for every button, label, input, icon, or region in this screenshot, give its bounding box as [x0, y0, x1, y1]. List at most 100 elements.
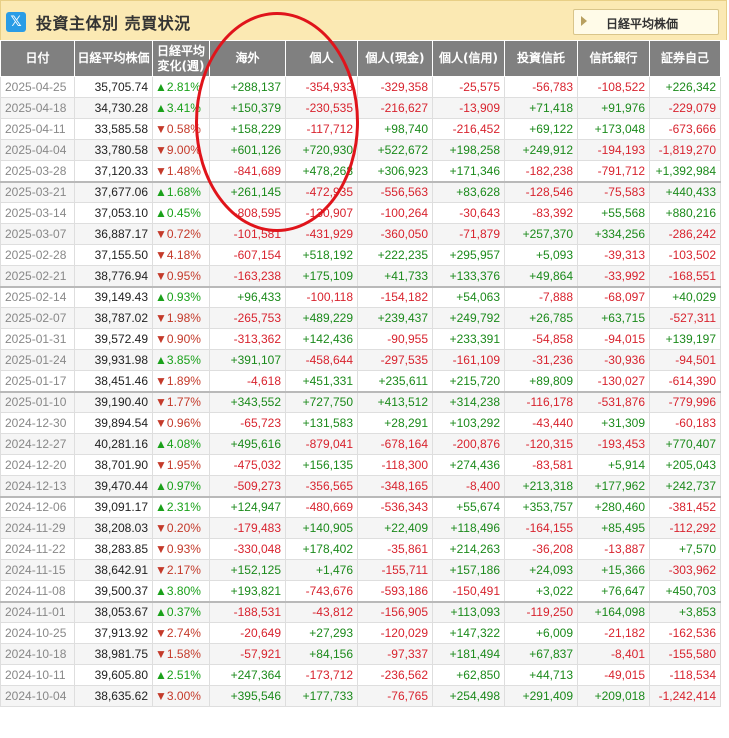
nikkei-cell: 37,155.50: [74, 244, 153, 266]
value-cell: +518,192: [285, 244, 358, 266]
value-cell: -536,343: [357, 495, 433, 518]
value-cell: +727,750: [285, 390, 358, 413]
column-header[interactable]: 個人(信用): [432, 40, 505, 77]
value-cell: -119,250: [504, 600, 578, 623]
date-cell: 2025-01-10: [0, 390, 75, 413]
value-cell: +54,063: [432, 285, 505, 308]
value-cell: -116,178: [504, 390, 578, 413]
value-cell: +118,496: [432, 517, 505, 539]
value-cell: -49,015: [577, 664, 650, 686]
value-cell: -150,491: [432, 580, 505, 602]
weekly-change-value: 2.17%: [166, 563, 201, 577]
triangle-right-icon: [581, 16, 587, 26]
triangle-up-icon: ▲: [155, 101, 167, 115]
value-cell: -94,015: [577, 328, 650, 350]
column-header[interactable]: 証券自己: [649, 40, 721, 77]
column-header[interactable]: 個人: [285, 40, 358, 77]
value-cell: -68,097: [577, 285, 650, 308]
weekly-change-value: 0.97%: [166, 478, 201, 493]
value-cell: -100,118: [285, 285, 358, 308]
value-cell: +113,093: [432, 600, 505, 623]
value-cell: +85,495: [577, 517, 650, 539]
weekly-change-cell: ▼0.72%: [152, 223, 210, 245]
weekly-change-value: 1.98%: [166, 311, 201, 325]
date-cell: 2024-12-20: [0, 454, 75, 476]
value-cell: +209,018: [577, 685, 650, 707]
table-row: 2024-11-22 38,283.85 ▼0.93% -330,048 +178,40…: [0, 538, 721, 560]
value-cell: +139,197: [649, 328, 721, 350]
triangle-down-icon: ▼: [155, 163, 167, 178]
value-cell: -54,858: [504, 328, 578, 350]
nikkei-cell: 37,120.33: [74, 160, 153, 182]
value-cell: -673,666: [649, 118, 721, 140]
triangle-up-icon: ▲: [155, 353, 167, 367]
column-header[interactable]: 日経平均 変化(週): [152, 40, 210, 77]
value-cell: -7,888: [504, 285, 578, 308]
nikkei-average-button[interactable]: 日経平均株価: [573, 9, 719, 35]
value-cell: -43,440: [504, 412, 578, 434]
weekly-change-value: 3.41%: [166, 101, 201, 115]
table-row: 2025-04-18 34,730.28 ▲3.41% +150,379 -230,53…: [0, 97, 721, 119]
weekly-change-value: 9.00%: [166, 143, 201, 157]
triangle-down-icon: ▼: [155, 311, 167, 325]
value-cell: +67,837: [504, 643, 578, 665]
weekly-change-cell: ▲1.68%: [152, 180, 210, 203]
value-cell: -130,027: [577, 370, 650, 392]
weekly-change-value: 0.37%: [166, 605, 201, 620]
value-cell: +222,235: [357, 244, 433, 266]
column-header[interactable]: 信託銀行: [577, 40, 650, 77]
value-cell: -130,907: [285, 202, 358, 224]
value-cell: +249,912: [504, 139, 578, 161]
column-header[interactable]: 日経平均株価: [74, 40, 153, 77]
value-cell: -112,292: [649, 517, 721, 539]
weekly-change-value: 1.68%: [166, 185, 201, 200]
value-cell: +314,238: [432, 390, 505, 413]
column-header[interactable]: 日付: [0, 40, 75, 77]
weekly-change-cell: ▲3.85%: [152, 349, 210, 371]
table-body: 2025-04-25 35,705.74 ▲2.81% +288,137 -354,93…: [0, 76, 721, 707]
nikkei-cell: 37,053.10: [74, 202, 153, 224]
weekly-change-cell: ▼0.95%: [152, 265, 210, 287]
triangle-down-icon: ▼: [155, 521, 167, 535]
value-cell: +280,460: [577, 495, 650, 518]
nikkei-cell: 33,585.58: [74, 118, 153, 140]
column-header[interactable]: 海外: [209, 40, 286, 77]
value-cell: +91,976: [577, 97, 650, 119]
weekly-change-value: 0.93%: [166, 290, 201, 305]
nikkei-cell: 38,283.85: [74, 538, 153, 560]
value-cell: -475,032: [209, 454, 286, 476]
date-cell: 2025-02-07: [0, 307, 75, 329]
weekly-change-cell: ▲2.81%: [152, 76, 210, 98]
value-cell: -1,819,270: [649, 139, 721, 161]
value-cell: -163,238: [209, 265, 286, 287]
value-cell: -75,583: [577, 180, 650, 203]
x-logo-icon[interactable]: 𝕏: [6, 12, 26, 32]
value-cell: -13,909: [432, 97, 505, 119]
value-cell: -230,535: [285, 97, 358, 119]
triangle-down-icon: ▼: [155, 227, 167, 241]
weekly-change-value: 3.00%: [166, 689, 201, 703]
date-cell: 2024-10-25: [0, 622, 75, 644]
date-cell: 2024-11-15: [0, 559, 75, 581]
column-header[interactable]: 投資信託: [504, 40, 578, 77]
value-cell: +49,864: [504, 265, 578, 287]
triangle-up-icon: ▲: [155, 500, 167, 515]
weekly-change-value: 0.72%: [166, 227, 201, 241]
value-cell: -168,551: [649, 265, 721, 287]
value-cell: -4,618: [209, 370, 286, 392]
weekly-change-value: 0.58%: [166, 122, 201, 136]
value-cell: +31,309: [577, 412, 650, 434]
column-header[interactable]: 個人(現金): [357, 40, 433, 77]
value-cell: -155,711: [357, 559, 433, 581]
weekly-change-value: 0.95%: [166, 268, 201, 283]
value-cell: +171,346: [432, 160, 505, 182]
weekly-change-value: 1.77%: [166, 395, 201, 410]
weekly-change-value: 2.31%: [166, 500, 201, 515]
nikkei-cell: 39,091.17: [74, 495, 153, 518]
value-cell: +522,672: [357, 139, 433, 161]
triangle-down-icon: ▼: [155, 647, 167, 661]
nikkei-cell: 38,787.02: [74, 307, 153, 329]
value-cell: +178,402: [285, 538, 358, 560]
value-cell: -200,876: [432, 433, 505, 455]
value-cell: -76,765: [357, 685, 433, 707]
